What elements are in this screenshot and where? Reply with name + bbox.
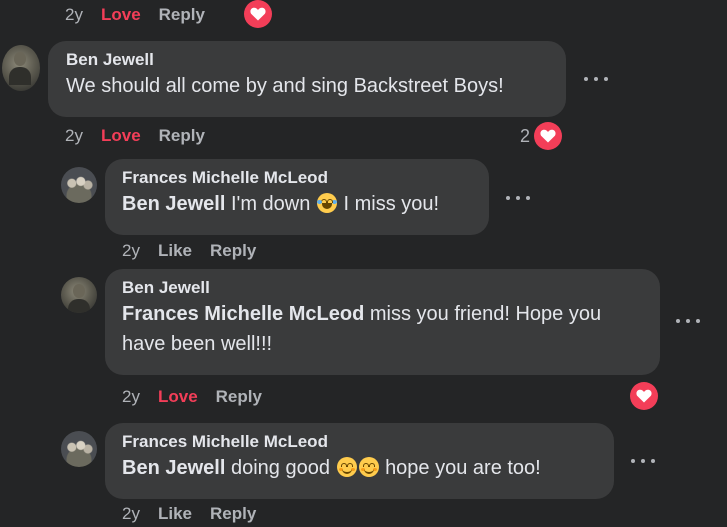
- timestamp[interactable]: 2y: [122, 504, 140, 524]
- mention-link[interactable]: Ben Jewell: [122, 193, 225, 215]
- like-link[interactable]: Like: [158, 504, 192, 524]
- comment-actions: 2y Love Reply: [65, 126, 223, 146]
- avatar-head: [73, 284, 85, 298]
- more-options-icon[interactable]: [676, 316, 700, 326]
- comment-text: Ben Jewell I'm down I miss you!: [122, 189, 477, 219]
- reply-link[interactable]: Reply: [159, 126, 205, 146]
- avatar[interactable]: [61, 167, 97, 203]
- comment-author[interactable]: Frances Michelle McLeod: [122, 167, 477, 189]
- heart-icon[interactable]: [630, 382, 658, 410]
- avatar[interactable]: [61, 431, 97, 467]
- avatar-head: [14, 52, 26, 66]
- comment-author[interactable]: Ben Jewell: [122, 277, 648, 299]
- love-reaction-link[interactable]: Love: [101, 5, 141, 25]
- comment-text: We should all come by and sing Backstree…: [66, 75, 504, 97]
- comment-author[interactable]: Ben Jewell: [66, 49, 554, 71]
- more-options-icon[interactable]: [506, 193, 530, 203]
- comment-text-part: doing good: [230, 457, 330, 479]
- comment-bubble: Ben Jewell Frances Michelle McLeod miss …: [105, 269, 660, 375]
- mention-link[interactable]: Frances Michelle McLeod: [122, 303, 364, 325]
- avatar[interactable]: [2, 45, 40, 91]
- avatar-torso: [68, 299, 90, 313]
- comment-actions: 2y Like Reply: [122, 504, 274, 524]
- like-link[interactable]: Like: [158, 241, 192, 261]
- love-reaction-link[interactable]: Love: [101, 126, 141, 146]
- avatar[interactable]: [61, 277, 97, 313]
- timestamp[interactable]: 2y: [65, 5, 83, 25]
- top-comment-actions: 2y Love Reply: [65, 5, 223, 25]
- heart-icon[interactable]: [534, 122, 562, 150]
- comment-actions: 2y Love Reply: [122, 387, 280, 407]
- timestamp[interactable]: 2y: [65, 126, 83, 146]
- smiling-face-icon: [336, 457, 357, 477]
- comment-text: Ben Jewell doing good hope you are too!: [122, 453, 602, 483]
- timestamp[interactable]: 2y: [122, 387, 140, 407]
- comment-actions: 2y Like Reply: [122, 241, 274, 261]
- reply-link[interactable]: Reply: [216, 387, 262, 407]
- mention-link[interactable]: Ben Jewell: [122, 457, 225, 479]
- reply-link[interactable]: Reply: [210, 504, 256, 524]
- reply-link[interactable]: Reply: [159, 5, 205, 25]
- comment-bubble: Ben Jewell We should all come by and sin…: [48, 41, 566, 117]
- smiling-face-icon: [358, 457, 379, 477]
- heart-icon[interactable]: [244, 0, 272, 28]
- love-reaction-link[interactable]: Love: [158, 387, 198, 407]
- comment-bubble: Frances Michelle McLeod Ben Jewell I'm d…: [105, 159, 489, 235]
- laughing-face-icon: [316, 193, 337, 213]
- timestamp[interactable]: 2y: [122, 241, 140, 261]
- comment-text-part: I'm down: [230, 193, 311, 215]
- avatar-torso: [9, 67, 31, 85]
- more-options-icon[interactable]: [631, 456, 655, 466]
- comment-author[interactable]: Frances Michelle McLeod: [122, 431, 602, 453]
- comment-text-part: I miss you!: [343, 193, 440, 215]
- reply-link[interactable]: Reply: [210, 241, 256, 261]
- comment-text: Frances Michelle McLeod miss you friend!…: [122, 299, 622, 359]
- comment-text-part: hope you are too!: [385, 457, 541, 479]
- more-options-icon[interactable]: [584, 74, 608, 84]
- reaction-count[interactable]: 2: [520, 126, 530, 147]
- comment-bubble: Frances Michelle McLeod Ben Jewell doing…: [105, 423, 614, 499]
